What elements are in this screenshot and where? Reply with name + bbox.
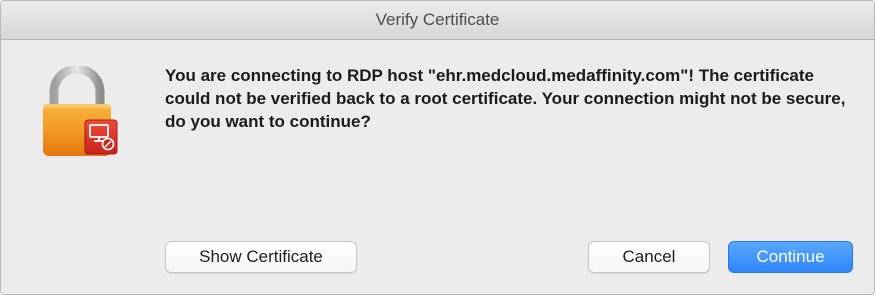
dialog-message: You are connecting to RDP host "ehr.medc… <box>165 66 846 131</box>
continue-button[interactable]: Continue <box>728 241 853 273</box>
show-certificate-button[interactable]: Show Certificate <box>165 241 357 273</box>
lock-icon <box>41 64 121 158</box>
dialog-content: You are connecting to RDP host "ehr.medc… <box>1 40 874 294</box>
title-bar[interactable]: Verify Certificate <box>1 1 874 40</box>
verify-certificate-dialog: Verify Certificate You are connecting to… <box>0 0 875 295</box>
cancel-button[interactable]: Cancel <box>588 241 710 273</box>
dialog-title: Verify Certificate <box>375 10 500 29</box>
